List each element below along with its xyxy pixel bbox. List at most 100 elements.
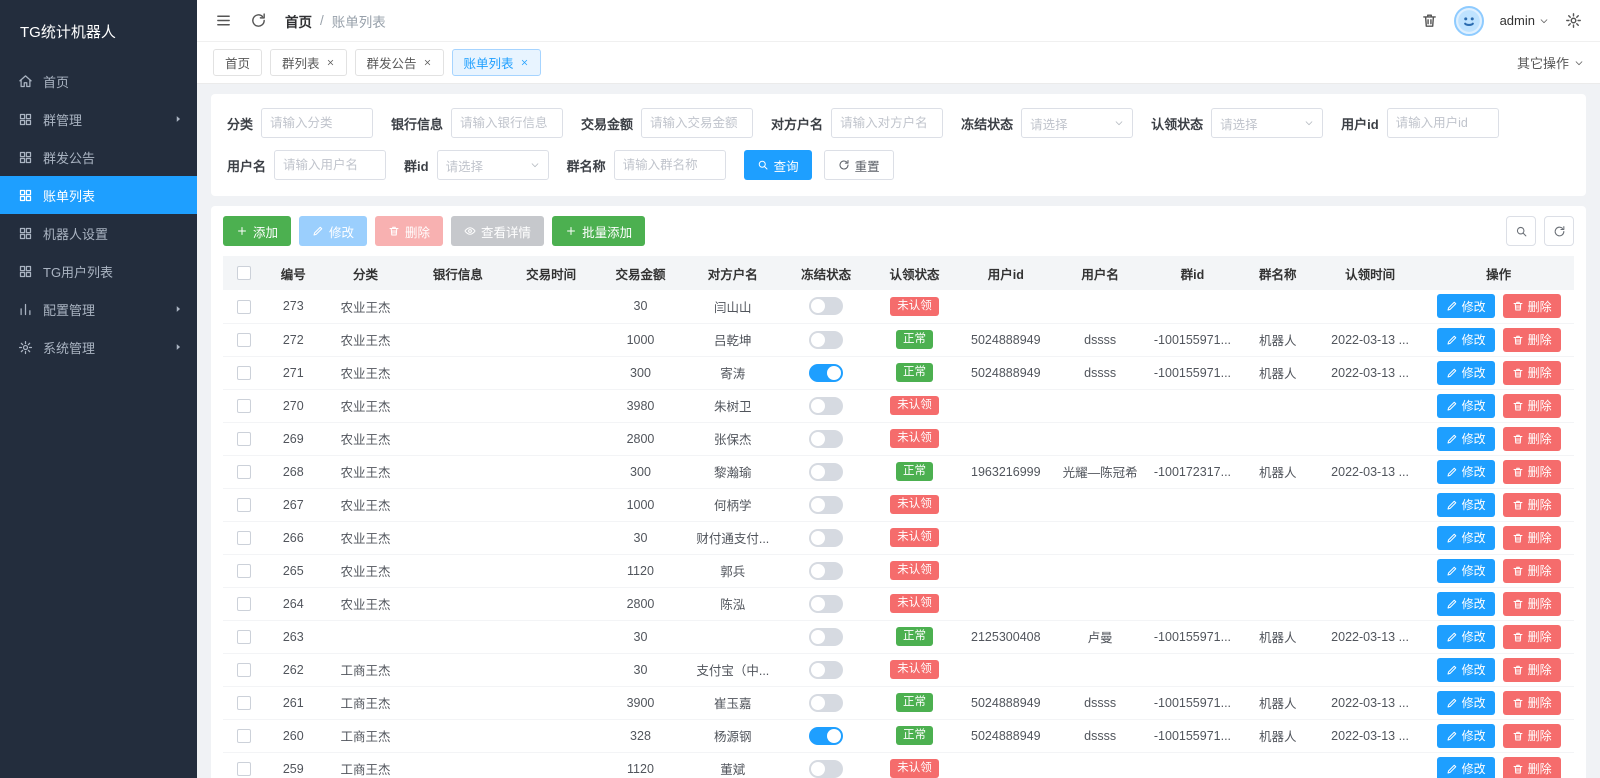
row-edit-button[interactable]: 修改 bbox=[1436, 591, 1495, 616]
tab-3[interactable]: 账单列表 bbox=[451, 49, 541, 76]
settings-gear-icon[interactable] bbox=[1565, 12, 1582, 29]
filter-input-username[interactable] bbox=[274, 150, 387, 180]
row-checkbox[interactable] bbox=[237, 497, 252, 512]
row-edit-button[interactable]: 修改 bbox=[1436, 525, 1495, 550]
sidebar-item-system[interactable]: 系统管理 bbox=[0, 328, 197, 366]
frozen-toggle[interactable] bbox=[809, 693, 844, 712]
sidebar-item-groups[interactable]: 群管理 bbox=[0, 100, 197, 138]
filter-input-group-name[interactable] bbox=[613, 150, 726, 180]
row-checkbox[interactable] bbox=[237, 299, 252, 314]
table-search-button[interactable] bbox=[1506, 216, 1536, 246]
row-delete-button[interactable]: 删除 bbox=[1502, 657, 1561, 682]
filter-input-user-id[interactable] bbox=[1386, 108, 1499, 138]
row-checkbox[interactable] bbox=[237, 728, 252, 743]
reset-button[interactable]: 重置 bbox=[823, 150, 894, 180]
row-delete-button[interactable]: 删除 bbox=[1502, 624, 1561, 649]
frozen-toggle[interactable] bbox=[809, 330, 844, 349]
tab-0[interactable]: 首页 bbox=[213, 49, 263, 76]
sidebar-item-robot[interactable]: 机器人设置 bbox=[0, 214, 197, 252]
trash-icon[interactable] bbox=[1421, 12, 1438, 29]
sidebar-item-tg-users[interactable]: TG用户列表 bbox=[0, 252, 197, 290]
row-edit-button[interactable]: 修改 bbox=[1436, 393, 1495, 418]
tab-close-icon[interactable] bbox=[326, 58, 335, 67]
filter-select-group-id[interactable]: 请选择 bbox=[436, 150, 549, 180]
row-delete-button[interactable]: 删除 bbox=[1502, 591, 1561, 616]
filter-input-amount[interactable] bbox=[641, 108, 754, 138]
filter-input-category[interactable] bbox=[261, 108, 374, 138]
row-delete-button[interactable]: 删除 bbox=[1502, 756, 1561, 778]
delete-button[interactable]: 删除 bbox=[375, 216, 444, 246]
frozen-toggle[interactable] bbox=[809, 660, 844, 679]
row-edit-button[interactable]: 修改 bbox=[1436, 492, 1495, 517]
row-delete-button[interactable]: 删除 bbox=[1502, 558, 1561, 583]
filter-input-bank-info[interactable] bbox=[451, 108, 564, 138]
frozen-toggle[interactable] bbox=[809, 594, 844, 613]
tab-2[interactable]: 群发公告 bbox=[354, 49, 444, 76]
edit-button[interactable]: 修改 bbox=[299, 216, 368, 246]
row-delete-button[interactable]: 删除 bbox=[1502, 393, 1561, 418]
row-checkbox[interactable] bbox=[237, 398, 252, 413]
row-edit-button[interactable]: 修改 bbox=[1436, 327, 1495, 352]
row-edit-button[interactable]: 修改 bbox=[1436, 624, 1495, 649]
sidebar-item-broadcast[interactable]: 群发公告 bbox=[0, 138, 197, 176]
row-checkbox[interactable] bbox=[237, 596, 252, 611]
frozen-toggle[interactable] bbox=[809, 528, 844, 547]
sidebar-item-home[interactable]: 首页 bbox=[0, 62, 197, 100]
row-checkbox[interactable] bbox=[237, 662, 252, 677]
collapse-menu-icon[interactable] bbox=[215, 12, 232, 29]
row-edit-button[interactable]: 修改 bbox=[1436, 294, 1495, 319]
row-edit-button[interactable]: 修改 bbox=[1436, 756, 1495, 778]
filter-select-claim-state[interactable]: 请选择 bbox=[1211, 108, 1324, 138]
user-menu[interactable]: admin bbox=[1500, 13, 1549, 28]
row-delete-button[interactable]: 删除 bbox=[1502, 525, 1561, 550]
row-edit-button[interactable]: 修改 bbox=[1436, 657, 1495, 682]
frozen-toggle[interactable] bbox=[809, 495, 844, 514]
row-checkbox[interactable] bbox=[237, 365, 252, 380]
row-delete-button[interactable]: 删除 bbox=[1502, 492, 1561, 517]
row-checkbox[interactable] bbox=[237, 431, 252, 446]
tab-close-icon[interactable] bbox=[520, 58, 529, 67]
row-edit-button[interactable]: 修改 bbox=[1436, 558, 1495, 583]
row-edit-button[interactable]: 修改 bbox=[1436, 723, 1495, 748]
sidebar-item-bills[interactable]: 账单列表 bbox=[0, 176, 197, 214]
row-delete-button[interactable]: 删除 bbox=[1502, 459, 1561, 484]
search-button[interactable]: 查询 bbox=[743, 150, 812, 180]
row-delete-button[interactable]: 删除 bbox=[1502, 294, 1561, 319]
table-refresh-button[interactable] bbox=[1544, 216, 1574, 246]
row-edit-button[interactable]: 修改 bbox=[1436, 426, 1495, 451]
frozen-toggle[interactable] bbox=[809, 726, 844, 745]
frozen-toggle[interactable] bbox=[809, 462, 844, 481]
frozen-toggle[interactable] bbox=[809, 759, 844, 778]
frozen-toggle[interactable] bbox=[809, 363, 844, 382]
tab-close-icon[interactable] bbox=[423, 58, 432, 67]
row-delete-button[interactable]: 删除 bbox=[1502, 723, 1561, 748]
row-edit-button[interactable]: 修改 bbox=[1436, 360, 1495, 385]
row-checkbox[interactable] bbox=[237, 464, 252, 479]
select-all-checkbox[interactable] bbox=[237, 266, 252, 281]
avatar[interactable] bbox=[1453, 5, 1484, 36]
more-actions-dropdown[interactable]: 其它操作 bbox=[1517, 53, 1584, 72]
view-detail-button[interactable]: 查看详情 bbox=[451, 216, 545, 246]
batch-add-button[interactable]: 批量添加 bbox=[552, 216, 646, 246]
row-checkbox[interactable] bbox=[237, 761, 252, 776]
row-delete-button[interactable]: 删除 bbox=[1502, 690, 1561, 715]
frozen-toggle[interactable] bbox=[809, 429, 844, 448]
row-checkbox[interactable] bbox=[237, 695, 252, 710]
row-checkbox[interactable] bbox=[237, 332, 252, 347]
row-delete-button[interactable]: 删除 bbox=[1502, 327, 1561, 352]
filter-input-counterparty[interactable] bbox=[831, 108, 944, 138]
filter-select-frozen-state[interactable]: 请选择 bbox=[1021, 108, 1134, 138]
tab-1[interactable]: 群列表 bbox=[270, 49, 347, 76]
row-checkbox[interactable] bbox=[237, 629, 252, 644]
breadcrumb-root[interactable]: 首页 bbox=[285, 11, 312, 31]
frozen-toggle[interactable] bbox=[809, 627, 844, 646]
frozen-toggle[interactable] bbox=[809, 561, 844, 580]
row-delete-button[interactable]: 删除 bbox=[1502, 426, 1561, 451]
frozen-toggle[interactable] bbox=[809, 297, 844, 316]
row-checkbox[interactable] bbox=[237, 530, 252, 545]
sidebar-item-config[interactable]: 配置管理 bbox=[0, 290, 197, 328]
row-delete-button[interactable]: 删除 bbox=[1502, 360, 1561, 385]
row-edit-button[interactable]: 修改 bbox=[1436, 690, 1495, 715]
row-edit-button[interactable]: 修改 bbox=[1436, 459, 1495, 484]
page-refresh-icon[interactable] bbox=[250, 12, 267, 29]
